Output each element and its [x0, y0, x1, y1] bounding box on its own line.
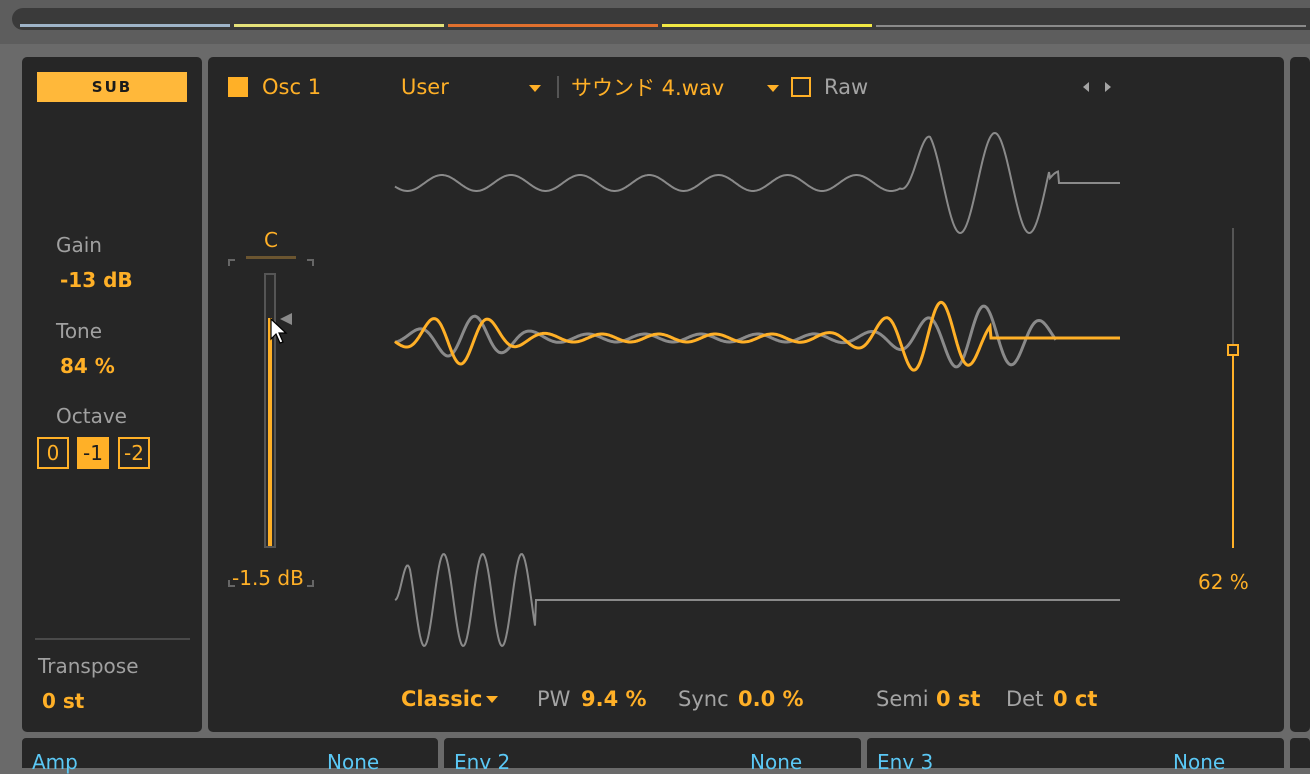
- level-value[interactable]: -1.5 dB: [232, 566, 304, 590]
- osc-title: Osc 1: [262, 75, 322, 99]
- position-slider-handle[interactable]: [1227, 343, 1239, 356]
- transpose-label: Transpose: [38, 654, 139, 678]
- env3-panel: Env 3 None: [867, 738, 1284, 774]
- env2-title[interactable]: Env 2: [454, 750, 510, 774]
- position-slider-fill: [1232, 349, 1234, 548]
- next-bottom-panel: [1290, 738, 1310, 768]
- track-color-bar: [12, 8, 1310, 30]
- semi-label: Semi: [876, 687, 929, 711]
- tab-color-2[interactable]: [234, 24, 444, 27]
- sync-value[interactable]: 0.0 %: [738, 684, 804, 714]
- sub-panel: [22, 57, 202, 732]
- tab-color-1[interactable]: [20, 24, 230, 27]
- sub-toggle-button[interactable]: SUB: [37, 72, 187, 102]
- octave-0-button[interactable]: 0: [37, 437, 69, 469]
- wave-mid-front: [394, 300, 1120, 372]
- semi-value[interactable]: 0 st: [936, 684, 980, 714]
- tone-label: Tone: [56, 319, 103, 343]
- det-value[interactable]: 0 ct: [1053, 684, 1097, 714]
- mouse-cursor-icon: [270, 318, 288, 344]
- tab-color-4[interactable]: [662, 24, 872, 27]
- mode-chevron-down-icon[interactable]: [485, 694, 499, 704]
- gain-value[interactable]: -13 dB: [60, 268, 133, 292]
- next-wavetable-icon[interactable]: [1102, 80, 1114, 94]
- det-label: Det: [1006, 687, 1044, 711]
- pw-value[interactable]: 9.4 %: [581, 684, 647, 714]
- osc-enable-toggle[interactable]: [228, 77, 248, 97]
- octave-minus1-button[interactable]: -1: [77, 437, 109, 469]
- sync-label: Sync: [678, 687, 729, 711]
- env2-mod-value[interactable]: None: [750, 750, 802, 774]
- mode-dropdown[interactable]: Classic: [401, 684, 482, 714]
- raw-label: Raw: [824, 75, 869, 99]
- octave-label: Octave: [56, 404, 127, 428]
- wave-bottom: [394, 553, 1120, 648]
- wave-top: [394, 131, 1120, 235]
- category-label: User: [401, 75, 449, 99]
- level-fader-fill: [268, 318, 272, 546]
- category-dropdown[interactable]: User: [401, 72, 449, 102]
- next-panel-edge: [1290, 57, 1310, 732]
- mode-label: Classic: [401, 687, 483, 711]
- octave-minus2-button[interactable]: -2: [118, 437, 150, 469]
- amp-panel: Amp None: [22, 738, 438, 774]
- level-note-label: C: [264, 228, 278, 252]
- amp-mod-value[interactable]: None: [327, 750, 379, 774]
- position-slider[interactable]: [1227, 228, 1239, 548]
- transpose-value[interactable]: 0 st: [42, 689, 84, 713]
- env2-panel: Env 2 None: [444, 738, 861, 774]
- wavetable-dropdown[interactable]: サウンド 4.wav: [571, 72, 724, 102]
- position-value[interactable]: 62 %: [1198, 570, 1249, 594]
- tone-value[interactable]: 84 %: [60, 354, 115, 378]
- wavetable-name: サウンド 4.wav: [571, 76, 725, 100]
- category-chevron-down-icon[interactable]: [528, 83, 542, 93]
- amp-title[interactable]: Amp: [32, 750, 78, 774]
- header-separator: [557, 76, 559, 98]
- waveform-display[interactable]: [390, 120, 1130, 670]
- pw-label: PW: [537, 687, 571, 711]
- gain-label: Gain: [56, 233, 102, 257]
- sub-divider: [35, 638, 190, 640]
- level-fader[interactable]: [264, 273, 276, 548]
- env3-mod-value[interactable]: None: [1173, 750, 1225, 774]
- wavetable-chevron-down-icon[interactable]: [766, 83, 780, 93]
- env3-title[interactable]: Env 3: [877, 750, 933, 774]
- tab-color-5[interactable]: [876, 25, 1306, 27]
- raw-checkbox[interactable]: [791, 77, 811, 97]
- prev-wavetable-icon[interactable]: [1080, 80, 1092, 94]
- tab-color-3[interactable]: [448, 24, 658, 27]
